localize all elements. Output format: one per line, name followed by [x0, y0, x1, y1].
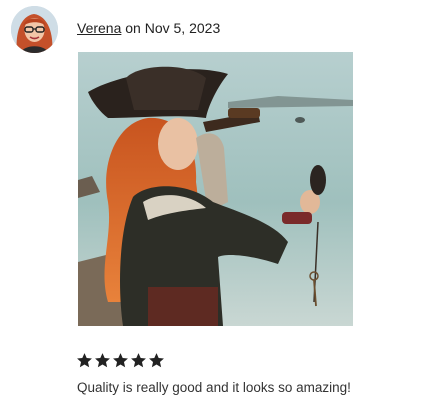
review-date: on Nov 5, 2023	[125, 20, 221, 36]
review-byline: Verena on Nov 5, 2023	[77, 19, 220, 37]
star-icon	[95, 353, 110, 368]
star-icon	[131, 353, 146, 368]
star-rating	[76, 352, 165, 369]
avatar[interactable]	[11, 6, 58, 53]
review-text: Quality is really good and it looks so a…	[77, 380, 351, 395]
star-icon	[113, 353, 128, 368]
star-icon	[149, 353, 164, 368]
review-photo[interactable]	[78, 52, 353, 326]
star-icon	[77, 353, 92, 368]
reviewer-name-link[interactable]: Verena	[77, 20, 121, 36]
